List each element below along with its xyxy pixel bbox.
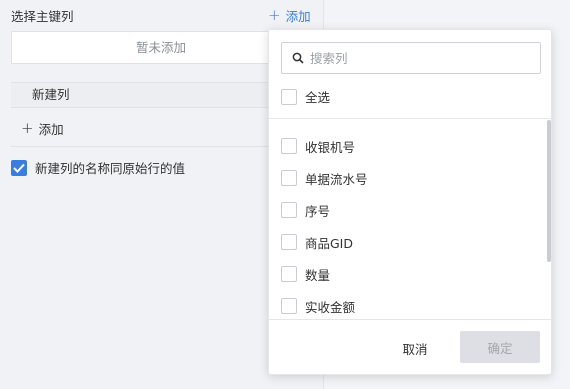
plus-icon: + (268, 6, 281, 24)
item-label: 数量 (305, 267, 331, 283)
add-primary-key-label: 添加 (285, 9, 311, 24)
list-item[interactable]: 实收金额 (281, 290, 541, 318)
item-label: 单据流水号 (305, 171, 368, 187)
list-item[interactable]: 数量 (281, 258, 541, 290)
select-all-checkbox[interactable] (281, 88, 297, 105)
confirm-button[interactable]: 确定 (460, 331, 540, 363)
select-all-label: 全选 (305, 90, 331, 105)
item-label: 商品GID (305, 235, 353, 251)
item-checkbox[interactable] (281, 266, 297, 282)
primary-key-title: 选择主键列 (11, 9, 74, 24)
list-item[interactable]: 单据流水号 (281, 162, 541, 194)
list-item[interactable]: 序号 (281, 194, 541, 226)
same-name-label: 新建列的名称同原始行的值 (35, 161, 186, 176)
column-list: 收银机号 单据流水号 序号 商品GID 数量 实收金额 (281, 130, 541, 318)
item-label: 序号 (305, 203, 331, 219)
footer-divider (269, 319, 551, 320)
plus-icon: + (21, 119, 34, 137)
same-name-checkbox[interactable] (11, 159, 27, 176)
search-input[interactable] (310, 50, 510, 66)
list-item[interactable]: 收银机号 (281, 130, 541, 162)
search-icon (292, 52, 304, 64)
cancel-button[interactable]: 取消 (381, 332, 449, 364)
add-new-column-label: 添加 (38, 122, 64, 137)
list-item[interactable]: 商品GID (281, 226, 541, 258)
select-all-option[interactable]: 全选 (281, 87, 330, 106)
primary-key-empty-box: 暂未添加 (11, 31, 311, 64)
item-checkbox[interactable] (281, 298, 297, 314)
list-scrollbar[interactable] (547, 120, 551, 262)
add-new-column-button[interactable]: + 添加 (21, 119, 64, 138)
item-checkbox[interactable] (281, 234, 297, 250)
item-checkbox[interactable] (281, 170, 297, 186)
column-select-dropdown: 全选 收银机号 单据流水号 序号 商品GID 数量 实收金额 取消 确定 (268, 29, 552, 375)
item-label: 收银机号 (305, 139, 356, 155)
dropdown-divider (269, 118, 551, 119)
item-checkbox[interactable] (281, 138, 297, 154)
add-primary-key-button[interactable]: + 添加 (268, 6, 311, 25)
checkmark-icon (13, 163, 25, 173)
item-checkbox[interactable] (281, 202, 297, 218)
same-name-option[interactable]: 新建列的名称同原始行的值 (11, 158, 185, 177)
item-label: 实收金额 (305, 299, 356, 315)
search-field[interactable] (281, 42, 541, 74)
